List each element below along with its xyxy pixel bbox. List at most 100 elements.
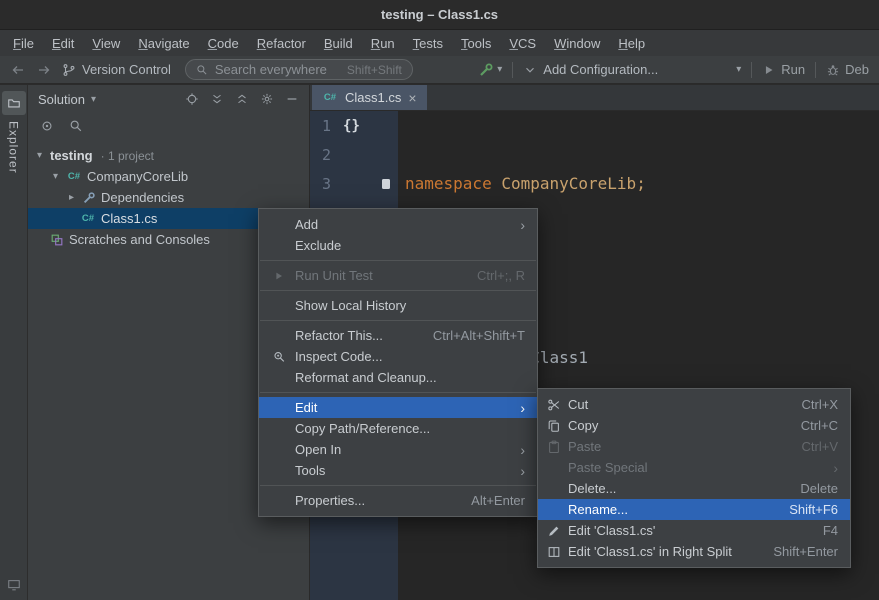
menu-item-show-local-history[interactable]: Show Local History bbox=[259, 295, 537, 316]
menu-tests[interactable]: Tests bbox=[404, 32, 452, 55]
search-input[interactable] bbox=[215, 62, 340, 77]
menu-item-shortcut: Shift+Enter bbox=[755, 544, 838, 559]
menu-item-label: Show Local History bbox=[295, 298, 406, 313]
csharp-file-icon: C# bbox=[322, 92, 338, 103]
menu-item-open-in[interactable]: Open In › bbox=[259, 439, 537, 460]
paste-icon bbox=[546, 440, 562, 454]
menu-item-label: Cut bbox=[568, 397, 588, 412]
menu-separator bbox=[260, 392, 536, 393]
menu-item-edit[interactable]: Edit › bbox=[259, 397, 537, 418]
menu-refactor[interactable]: Refactor bbox=[248, 32, 315, 55]
tree-row-testing[interactable]: ▾ testing · 1 project bbox=[28, 145, 309, 166]
toolbar-separator bbox=[815, 62, 816, 78]
menu-tools[interactable]: Tools bbox=[452, 32, 500, 55]
tree-row-companycorelib[interactable]: ▾ C# CompanyCoreLib bbox=[28, 166, 309, 187]
copy-icon bbox=[546, 419, 562, 433]
menu-item-refactor-this[interactable]: Refactor This... Ctrl+Alt+Shift+T bbox=[259, 325, 537, 346]
menu-item-edit-class1-right-split[interactable]: Edit 'Class1.cs' in Right Split Shift+En… bbox=[538, 541, 850, 562]
menu-item-label: Properties... bbox=[295, 493, 365, 508]
explorer-tool-button[interactable] bbox=[2, 91, 26, 115]
menu-run[interactable]: Run bbox=[362, 32, 404, 55]
menu-item-exclude[interactable]: Exclude bbox=[259, 235, 537, 256]
menu-item-rename[interactable]: Rename... Shift+F6 bbox=[538, 499, 850, 520]
run-configuration-select[interactable]: Add Configuration... ▾ bbox=[523, 62, 741, 77]
back-button[interactable] bbox=[10, 62, 26, 78]
menu-separator bbox=[260, 260, 536, 261]
menu-item-edit-class1[interactable]: Edit 'Class1.cs' F4 bbox=[538, 520, 850, 541]
explorer-tool-label[interactable]: Explorer bbox=[7, 121, 21, 174]
menu-build[interactable]: Build bbox=[315, 32, 362, 55]
menu-item-add[interactable]: Add › bbox=[259, 214, 537, 235]
menu-item-label: Copy Path/Reference... bbox=[295, 421, 430, 436]
gutter-line-3: 3 bbox=[310, 169, 398, 198]
expand-all-icon[interactable] bbox=[210, 92, 224, 106]
close-tab-icon[interactable]: × bbox=[408, 90, 416, 106]
menu-file[interactable]: File bbox=[4, 32, 43, 55]
menu-item-paste-special[interactable]: Paste Special › bbox=[538, 457, 850, 478]
tree-item-label: CompanyCoreLib bbox=[87, 169, 188, 184]
locate-target-icon[interactable] bbox=[185, 92, 199, 106]
version-control-widget[interactable]: Version Control bbox=[62, 62, 171, 77]
menu-navigate[interactable]: Navigate bbox=[129, 32, 198, 55]
menu-item-paste[interactable]: Paste Ctrl+V bbox=[538, 436, 850, 457]
menu-item-cut[interactable]: Cut Ctrl+X bbox=[538, 394, 850, 415]
menu-item-label: Paste Special bbox=[568, 460, 648, 475]
menu-item-properties[interactable]: Properties... Alt+Enter bbox=[259, 490, 537, 511]
gear-icon[interactable] bbox=[260, 92, 274, 106]
menu-item-reformat-and-cleanup[interactable]: Reformat and Cleanup... bbox=[259, 367, 537, 388]
chevron-down-icon[interactable]: ▾ bbox=[50, 171, 61, 182]
main-toolbar: Version Control Shift+Shift ▾ Add Config… bbox=[0, 56, 879, 84]
tree-item-suffix: · 1 project bbox=[101, 149, 154, 163]
menu-item-label: Delete... bbox=[568, 481, 616, 496]
menu-item-label: Inspect Code... bbox=[295, 349, 382, 364]
debug-button[interactable]: Deb bbox=[826, 62, 869, 77]
hide-panel-icon[interactable] bbox=[285, 92, 299, 106]
menu-separator bbox=[260, 320, 536, 321]
solution-view-selector[interactable]: Solution bbox=[38, 92, 85, 107]
menu-item-copy-path-reference[interactable]: Copy Path/Reference... bbox=[259, 418, 537, 439]
folder-icon bbox=[7, 96, 21, 110]
menu-vcs[interactable]: VCS bbox=[500, 32, 545, 55]
split-vertical-icon bbox=[546, 545, 562, 559]
chevron-down-icon[interactable]: ▾ bbox=[34, 150, 45, 161]
class-name-token: Class1 bbox=[530, 348, 588, 367]
menu-item-inspect-code[interactable]: Inspect Code... bbox=[259, 346, 537, 367]
menu-window[interactable]: Window bbox=[545, 32, 609, 55]
edit-submenu: Cut Ctrl+X Copy Ctrl+C Paste Ctrl+V Past… bbox=[537, 388, 851, 568]
collapse-all-icon[interactable] bbox=[235, 92, 249, 106]
run-button[interactable]: Run bbox=[762, 62, 805, 77]
forward-button[interactable] bbox=[36, 62, 52, 78]
menu-separator bbox=[260, 290, 536, 291]
run-play-icon bbox=[269, 270, 289, 282]
dropdown-arrow-icon[interactable]: ▾ bbox=[91, 94, 96, 105]
line-number: 2 bbox=[322, 146, 331, 164]
add-configuration-label: Add Configuration... bbox=[543, 62, 730, 77]
menu-item-label: Add bbox=[295, 217, 318, 232]
menu-item-delete[interactable]: Delete... Delete bbox=[538, 478, 850, 499]
search-icon[interactable] bbox=[69, 119, 83, 133]
menu-item-tools[interactable]: Tools › bbox=[259, 460, 537, 481]
search-everywhere-field[interactable]: Shift+Shift bbox=[185, 59, 413, 80]
line-number: 3 bbox=[322, 175, 331, 193]
title-bar: testing – Class1.cs bbox=[0, 0, 879, 30]
csharp-project-icon: C# bbox=[66, 171, 82, 182]
play-icon bbox=[762, 63, 776, 77]
tool-window-bar: Explorer bbox=[0, 85, 28, 600]
bottom-tool-button[interactable] bbox=[7, 578, 21, 592]
panel-tools-row bbox=[28, 113, 309, 139]
editor-tab-bar: C# Class1.cs × bbox=[310, 85, 879, 111]
menu-code[interactable]: Code bbox=[199, 32, 248, 55]
build-tool-button[interactable]: ▾ bbox=[478, 62, 502, 78]
scroll-to-source-icon[interactable] bbox=[40, 119, 54, 133]
menu-edit[interactable]: Edit bbox=[43, 32, 83, 55]
submenu-arrow-icon: › bbox=[520, 401, 525, 415]
menu-item-copy[interactable]: Copy Ctrl+C bbox=[538, 415, 850, 436]
tab-class1[interactable]: C# Class1.cs × bbox=[312, 85, 427, 110]
menu-view[interactable]: View bbox=[83, 32, 129, 55]
tree-row-dependencies[interactable]: ▸ Dependencies bbox=[28, 187, 309, 208]
menu-help[interactable]: Help bbox=[609, 32, 654, 55]
keyword-token: namespace bbox=[405, 174, 501, 193]
chevron-right-icon[interactable]: ▸ bbox=[66, 192, 77, 203]
fold-marker-icon[interactable] bbox=[382, 179, 390, 189]
menu-item-run-unit-test[interactable]: Run Unit Test Ctrl+;, R bbox=[259, 265, 537, 286]
